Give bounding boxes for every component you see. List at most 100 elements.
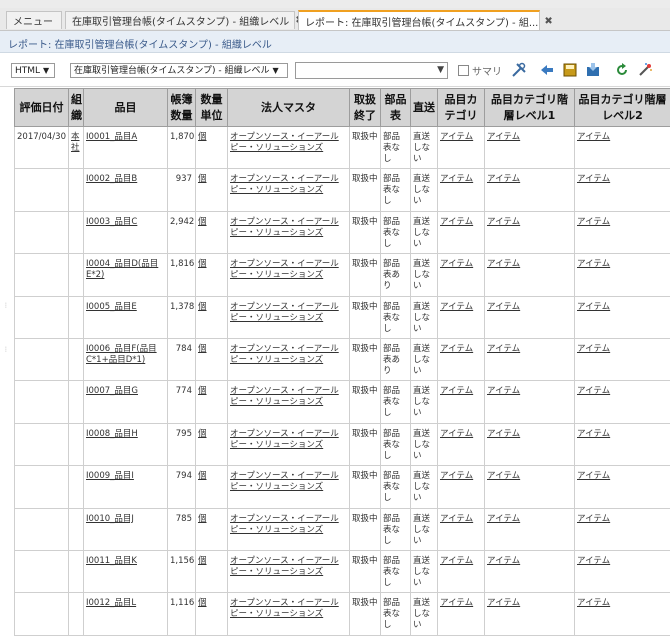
category-l1-link-text[interactable]: アイテム [487,344,520,354]
org-cell[interactable] [68,507,84,551]
category-link[interactable]: アイテム [437,549,485,594]
org-cell[interactable] [68,592,84,636]
refresh-icon[interactable] [613,61,631,79]
dropdown-arrow-icon[interactable]: ▼ [437,65,444,75]
category-link[interactable]: アイテム [437,253,485,297]
item-link-text[interactable]: I0011_品目K [86,556,137,566]
corp-link-text[interactable]: オープンソース・イーアールピー・ソリューションズ [230,514,339,535]
category-link-text[interactable]: アイテム [440,556,473,566]
category-l1-link-text[interactable]: アイテム [487,132,520,142]
category-l1-link-text[interactable]: アイテム [487,302,520,312]
item-link[interactable]: I0006_品目F(品目C*1+品目D*1) [83,337,168,382]
category-link[interactable]: アイテム [437,422,485,467]
category-l2-link-text[interactable]: アイテム [577,174,610,184]
category-l2-link[interactable]: アイテム [574,422,670,467]
corp-link[interactable]: オープンソース・イーアールピー・ソリューションズ [227,592,350,636]
corp-link-text[interactable]: オープンソース・イーアールピー・ソリューションズ [230,386,339,407]
unit-link[interactable]: 個 [195,210,228,255]
item-link-text[interactable]: I0006_品目F(品目C*1+品目D*1) [86,344,157,365]
close-icon[interactable]: ✖ [544,16,552,27]
tab-ledger[interactable]: 在庫取引管理台帳(タイムスタンプ) - 組織レベル ✖ [65,11,304,29]
org-cell[interactable] [68,422,84,467]
corp-link-text[interactable]: オープンソース・イーアールピー・ソリューションズ [230,598,339,619]
unit-link[interactable]: 個 [195,253,228,297]
category-link-text[interactable]: アイテム [440,302,473,312]
item-link-text[interactable]: I0001_品目A [86,132,137,142]
category-l1-link-text[interactable]: アイテム [487,386,520,396]
unit-link[interactable]: 個 [195,592,228,636]
category-l1-link[interactable]: アイテム [484,337,575,382]
corp-link[interactable]: オープンソース・イーアールピー・ソリューションズ [227,422,350,467]
item-link-text[interactable]: I0012_品目L [86,598,136,608]
wand-icon[interactable] [636,61,654,79]
category-l2-link[interactable]: アイテム [574,380,670,424]
import-icon[interactable] [584,61,602,79]
category-link-text[interactable]: アイテム [440,514,473,524]
category-l2-link-text[interactable]: アイテム [577,471,610,481]
corp-link[interactable]: オープンソース・イーアールピー・ソリューションズ [227,380,350,424]
unit-link-text[interactable]: 個 [198,471,207,481]
item-link-text[interactable]: I0003_品目C [86,217,137,227]
corp-link[interactable]: オープンソース・イーアールピー・ソリューションズ [227,295,350,339]
summary-toggle[interactable]: サマリ [458,63,502,78]
unit-link[interactable]: 個 [195,125,228,170]
corp-link-text[interactable]: オープンソース・イーアールピー・ソリューションズ [230,344,339,365]
category-link-text[interactable]: アイテム [440,132,473,142]
column-header[interactable]: 帳簿数量 [167,88,196,127]
category-l2-link[interactable]: アイテム [574,295,670,339]
category-l2-link[interactable]: アイテム [574,337,670,382]
tools-icon[interactable] [510,61,528,79]
unit-link[interactable]: 個 [195,507,228,551]
category-l2-link[interactable]: アイテム [574,125,670,170]
category-l1-link[interactable]: アイテム [484,253,575,297]
category-l2-link-text[interactable]: アイテム [577,302,610,312]
category-link[interactable]: アイテム [437,337,485,382]
category-link[interactable]: アイテム [437,168,485,212]
org-cell[interactable] [68,253,84,297]
filter-combo[interactable]: ▼ [295,62,448,79]
save-icon[interactable] [561,61,579,79]
corp-link-text[interactable]: オープンソース・イーアールピー・ソリューションズ [230,556,339,577]
category-l2-link[interactable]: アイテム [574,253,670,297]
item-link-text[interactable]: I0007_品目G [86,386,138,396]
tab-menu[interactable]: メニュー [6,11,62,29]
corp-link[interactable]: オープンソース・イーアールピー・ソリューションズ [227,210,350,255]
category-l2-link-text[interactable]: アイテム [577,132,610,142]
unit-link-text[interactable]: 個 [198,174,207,184]
category-l2-link-text[interactable]: アイテム [577,386,610,396]
category-l2-link-text[interactable]: アイテム [577,259,610,269]
category-link-text[interactable]: アイテム [440,259,473,269]
category-l1-link[interactable]: アイテム [484,507,575,551]
category-link-text[interactable]: アイテム [440,217,473,227]
unit-link-text[interactable]: 個 [198,386,207,396]
category-l1-link-text[interactable]: アイテム [487,259,520,269]
item-link[interactable]: I0011_品目K [83,549,168,594]
category-l1-link[interactable]: アイテム [484,168,575,212]
report-table-container[interactable]: 評価日付 組織 品目 帳簿数量 数量単位 法人マスタ 取扱終了 部品表 直送 品… [14,88,670,641]
unit-link[interactable]: 個 [195,549,228,594]
unit-link[interactable]: 個 [195,422,228,467]
category-l1-link[interactable]: アイテム [484,380,575,424]
unit-link-text[interactable]: 個 [198,598,207,608]
unit-link[interactable]: 個 [195,465,228,509]
category-l2-link[interactable]: アイテム [574,465,670,509]
unit-link-text[interactable]: 個 [198,344,207,354]
item-link-text[interactable]: I0009_品目I [86,471,134,481]
item-link[interactable]: I0012_品目L [83,592,168,636]
column-header[interactable]: 直送 [410,88,438,127]
tab-report[interactable]: レポート: 在庫取引管理台帳(タイムスタンプ) - 組... ✖ [298,10,553,30]
corp-link-text[interactable]: オープンソース・イーアールピー・ソリューションズ [230,429,339,450]
item-link-text[interactable]: I0005_品目E [86,302,137,312]
category-l2-link-text[interactable]: アイテム [577,217,610,227]
category-link-text[interactable]: アイテム [440,344,473,354]
category-l1-link[interactable]: アイテム [484,125,575,170]
org-cell[interactable] [68,210,84,255]
column-header[interactable]: 評価日付 [14,88,69,127]
category-l1-link-text[interactable]: アイテム [487,429,520,439]
unit-link[interactable]: 個 [195,380,228,424]
category-l2-link-text[interactable]: アイテム [577,344,610,354]
item-link[interactable]: I0003_品目C [83,210,168,255]
corp-link-text[interactable]: オープンソース・イーアールピー・ソリューションズ [230,471,339,492]
column-header[interactable]: 品目カテゴリ階層レベル2 [574,88,670,127]
category-l2-link[interactable]: アイテム [574,549,670,594]
